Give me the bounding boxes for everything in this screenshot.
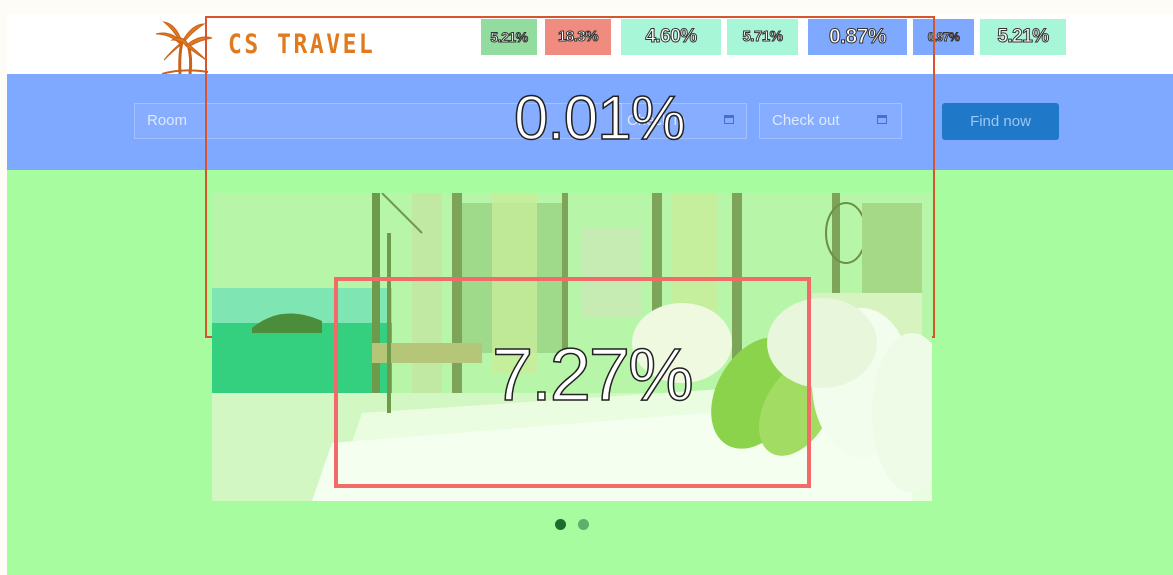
carousel-dot-1[interactable]	[555, 519, 566, 530]
hero-overlay-value: 7.27%	[491, 332, 694, 417]
stat-badge-7: 5.21%	[980, 19, 1066, 55]
room-placeholder: Room	[147, 112, 188, 129]
find-now-button[interactable]: Find now	[942, 103, 1059, 140]
carousel-dot-2[interactable]	[578, 519, 589, 530]
page: CS TRAVEL 5.21% 18.3% 4.60% 5.71% 0.87% …	[7, 0, 1173, 575]
